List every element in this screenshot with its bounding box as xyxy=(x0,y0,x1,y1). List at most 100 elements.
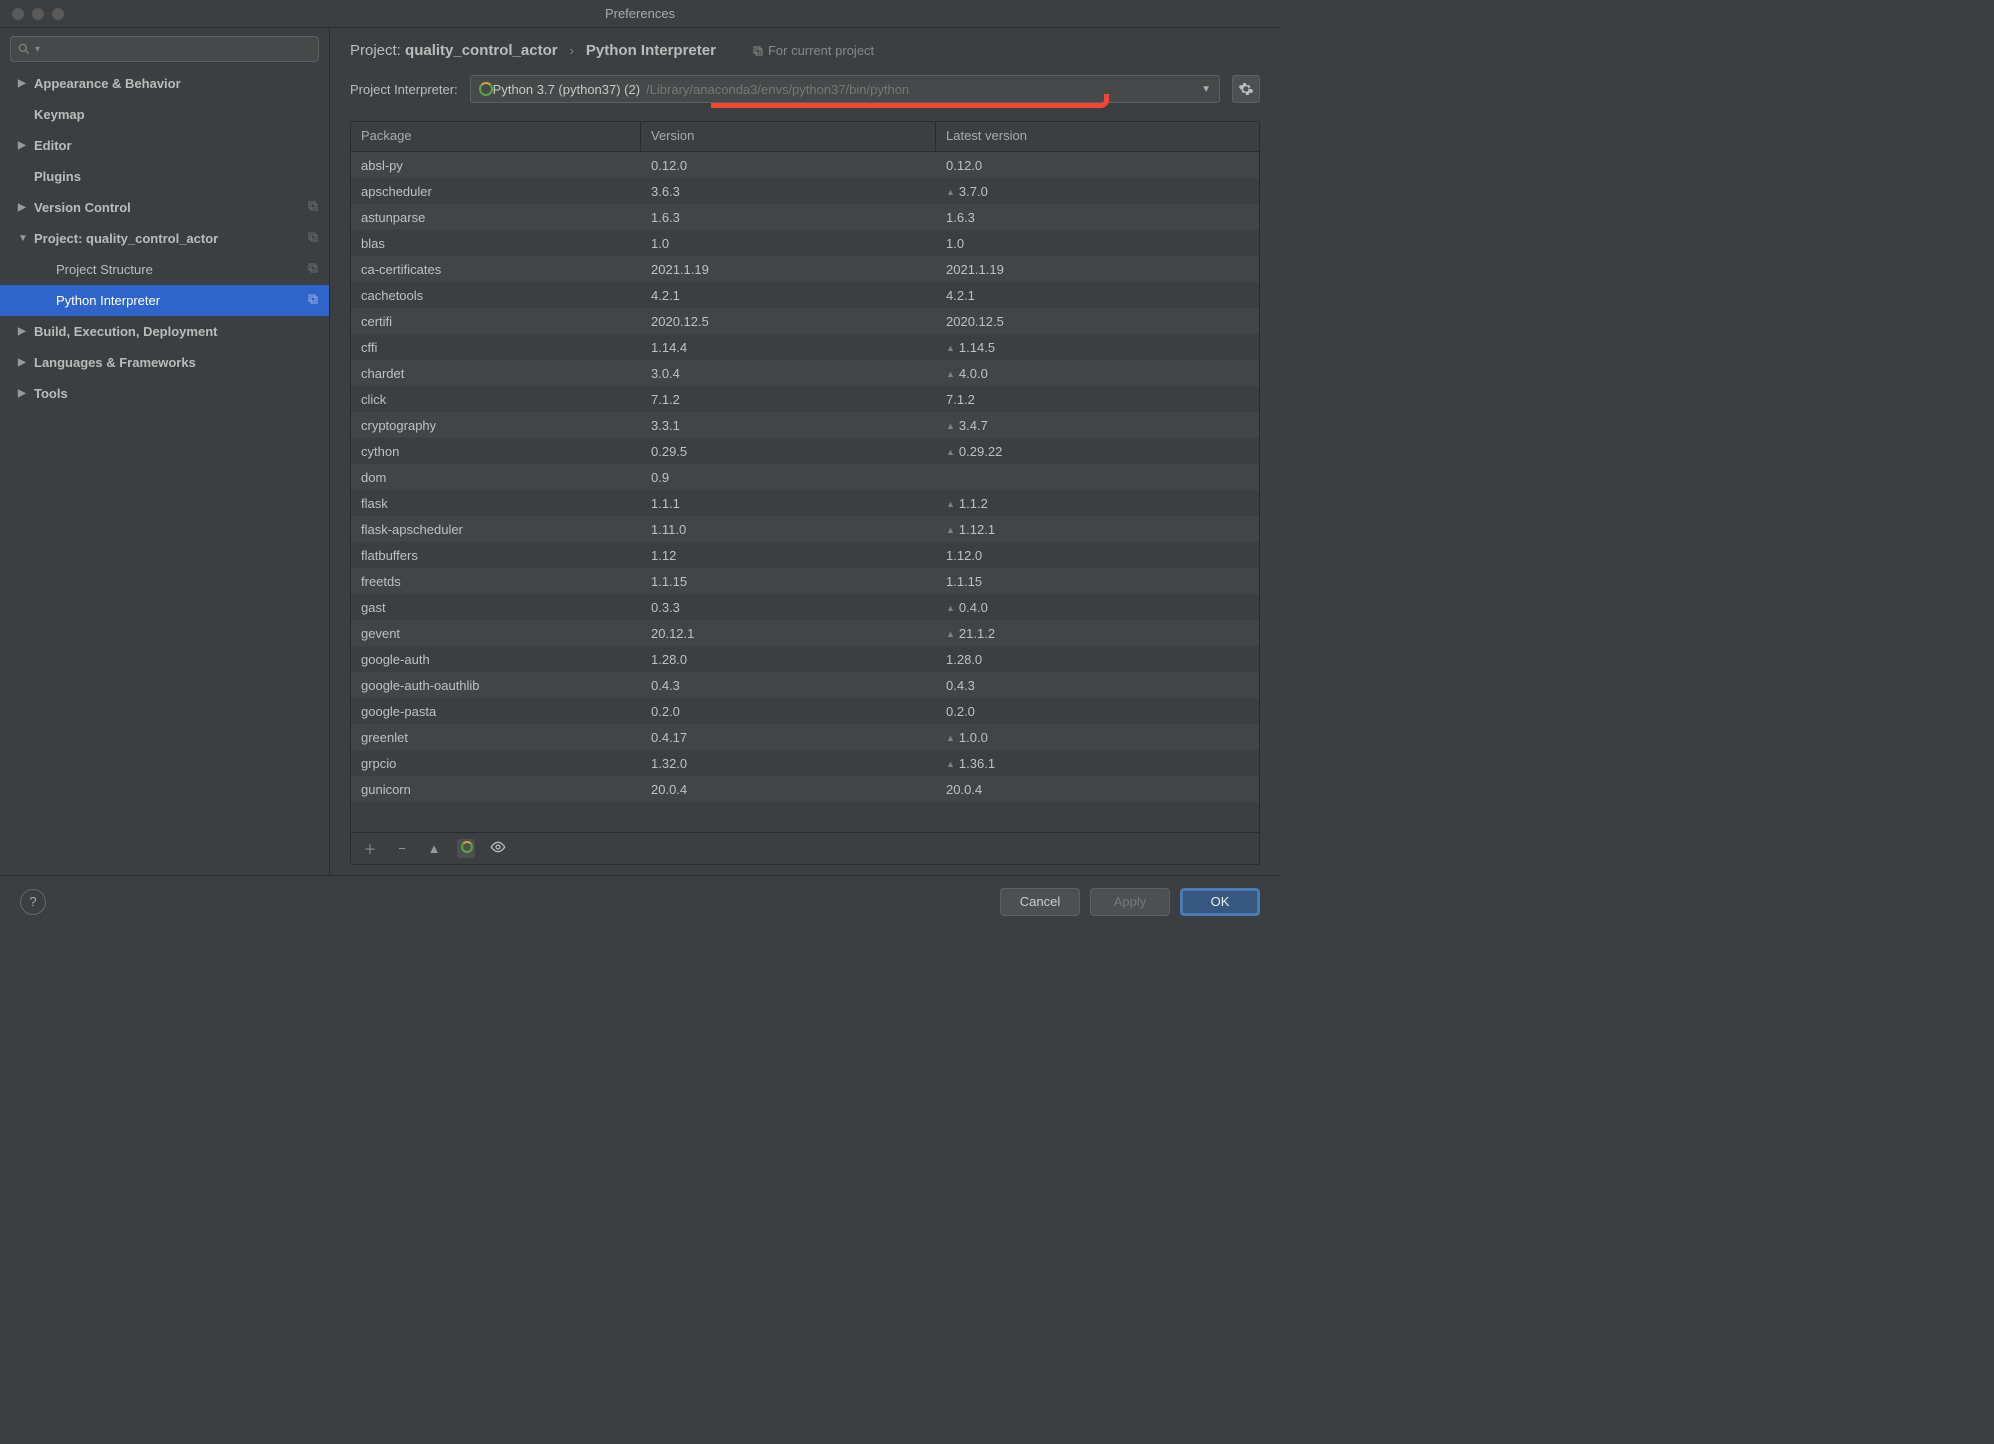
table-row[interactable]: ca-certificates2021.1.192021.1.19 xyxy=(351,256,1259,282)
gear-icon xyxy=(1238,81,1254,97)
cell-version: 1.11.0 xyxy=(641,522,936,537)
show-early-releases-button[interactable] xyxy=(489,839,507,858)
cell-package: google-auth-oauthlib xyxy=(351,678,641,693)
sidebar-item[interactable]: ▶Appearance & Behavior xyxy=(0,68,329,99)
table-row[interactable]: cffi1.14.4▲1.14.5 xyxy=(351,334,1259,360)
table-row[interactable]: greenlet0.4.17▲1.0.0 xyxy=(351,724,1259,750)
table-row[interactable]: click7.1.27.1.2 xyxy=(351,386,1259,412)
table-row[interactable]: google-auth1.28.01.28.0 xyxy=(351,646,1259,672)
main-panel: Project: quality_control_actor › Python … xyxy=(330,28,1280,875)
zoom-window-icon[interactable] xyxy=(52,8,64,20)
table-row[interactable]: apscheduler3.6.3▲3.7.0 xyxy=(351,178,1259,204)
interpreter-settings-button[interactable] xyxy=(1232,75,1260,103)
cell-package: grpcio xyxy=(351,756,641,771)
packages-toolbar: ＋ − ▲ xyxy=(351,832,1259,864)
conda-button[interactable] xyxy=(457,839,475,858)
table-row[interactable]: absl-py0.12.00.12.0 xyxy=(351,152,1259,178)
cell-version: 1.1.15 xyxy=(641,574,936,589)
cancel-button[interactable]: Cancel xyxy=(1000,888,1080,916)
table-row[interactable]: astunparse1.6.31.6.3 xyxy=(351,204,1259,230)
cell-latest: 2021.1.19 xyxy=(936,262,1259,277)
upgrade-available-icon: ▲ xyxy=(946,603,955,613)
minimize-window-icon[interactable] xyxy=(32,8,44,20)
help-button[interactable]: ? xyxy=(20,889,46,915)
cell-package: click xyxy=(351,392,641,407)
cell-version: 20.12.1 xyxy=(641,626,936,641)
cell-package: flatbuffers xyxy=(351,548,641,563)
apply-button[interactable]: Apply xyxy=(1090,888,1170,916)
cell-package: apscheduler xyxy=(351,184,641,199)
sidebar-item[interactable]: ▶Languages & Frameworks xyxy=(0,347,329,378)
cell-version: 0.9 xyxy=(641,470,936,485)
table-row[interactable]: chardet3.0.4▲4.0.0 xyxy=(351,360,1259,386)
chevron-down-icon: ▼ xyxy=(1201,84,1211,95)
window-controls xyxy=(0,8,64,20)
sidebar-item[interactable]: Python Interpreter xyxy=(0,285,329,316)
sidebar-item[interactable]: ▶Build, Execution, Deployment xyxy=(0,316,329,347)
cell-package: gunicorn xyxy=(351,782,641,797)
cell-package: cryptography xyxy=(351,418,641,433)
table-row[interactable]: google-pasta0.2.00.2.0 xyxy=(351,698,1259,724)
table-row[interactable]: gunicorn20.0.420.0.4 xyxy=(351,776,1259,802)
search-input[interactable]: ▾ xyxy=(10,36,319,62)
close-window-icon[interactable] xyxy=(12,8,24,20)
cell-package: flask-apscheduler xyxy=(351,522,641,537)
sidebar-item[interactable]: Project Structure xyxy=(0,254,329,285)
interpreter-dropdown[interactable]: Python 3.7 (python37) (2) /Library/anaco… xyxy=(470,75,1220,103)
table-row[interactable]: grpcio1.32.0▲1.36.1 xyxy=(351,750,1259,776)
table-row[interactable]: gast0.3.3▲0.4.0 xyxy=(351,594,1259,620)
table-row[interactable]: gevent20.12.1▲21.1.2 xyxy=(351,620,1259,646)
cell-version: 2021.1.19 xyxy=(641,262,936,277)
table-row[interactable]: freetds1.1.151.1.15 xyxy=(351,568,1259,594)
eye-icon xyxy=(490,839,506,855)
table-row[interactable]: certifi2020.12.52020.12.5 xyxy=(351,308,1259,334)
upgrade-available-icon: ▲ xyxy=(946,369,955,379)
cell-version: 3.0.4 xyxy=(641,366,936,381)
sidebar-item-label: Project: quality_control_actor xyxy=(34,231,218,246)
cell-version: 1.32.0 xyxy=(641,756,936,771)
table-row[interactable]: cython0.29.5▲0.29.22 xyxy=(351,438,1259,464)
sidebar-item-label: Appearance & Behavior xyxy=(34,76,181,91)
cell-package: blas xyxy=(351,236,641,251)
sidebar-item[interactable]: ▶Version Control xyxy=(0,192,329,223)
breadcrumb: Project: quality_control_actor › Python … xyxy=(350,42,1260,59)
table-row[interactable]: flatbuffers1.121.12.0 xyxy=(351,542,1259,568)
table-row[interactable]: dom0.9 xyxy=(351,464,1259,490)
cell-version: 0.29.5 xyxy=(641,444,936,459)
sidebar-item[interactable]: ▼ Project: quality_control_actor xyxy=(0,223,329,254)
sidebar-item[interactable]: Plugins xyxy=(0,161,329,192)
sidebar-item[interactable]: ▶Tools xyxy=(0,378,329,409)
add-package-button[interactable]: ＋ xyxy=(361,839,379,858)
interpreter-label: Project Interpreter: xyxy=(350,82,458,97)
cell-latest: ▲1.14.5 xyxy=(936,340,1259,355)
upgrade-available-icon: ▲ xyxy=(946,525,955,535)
table-row[interactable]: blas1.01.0 xyxy=(351,230,1259,256)
ok-button[interactable]: OK xyxy=(1180,888,1260,916)
cell-version: 1.1.1 xyxy=(641,496,936,511)
sidebar-item-label: Plugins xyxy=(34,169,81,184)
column-package[interactable]: Package xyxy=(351,122,641,151)
table-row[interactable]: flask1.1.1▲1.1.2 xyxy=(351,490,1259,516)
cell-package: google-auth xyxy=(351,652,641,667)
table-row[interactable]: cryptography3.3.1▲3.4.7 xyxy=(351,412,1259,438)
sidebar-item[interactable]: ▶Editor xyxy=(0,130,329,161)
cell-latest: ▲3.7.0 xyxy=(936,184,1259,199)
upgrade-package-button[interactable]: ▲ xyxy=(425,841,443,856)
cell-latest: 0.2.0 xyxy=(936,704,1259,719)
breadcrumb-project: quality_control_actor xyxy=(405,42,558,59)
column-latest[interactable]: Latest version xyxy=(936,122,1259,151)
cell-latest: ▲1.12.1 xyxy=(936,522,1259,537)
chevron-down-icon: ▼ xyxy=(18,233,30,244)
sidebar-item-label: Project Structure xyxy=(56,262,153,277)
cell-latest: ▲0.29.22 xyxy=(936,444,1259,459)
table-row[interactable]: flask-apscheduler1.11.0▲1.12.1 xyxy=(351,516,1259,542)
search-icon xyxy=(17,42,31,56)
remove-package-button[interactable]: − xyxy=(393,841,411,856)
sidebar-item[interactable]: Keymap xyxy=(0,99,329,130)
chevron-right-icon: ▶ xyxy=(18,202,30,213)
table-header: Package Version Latest version xyxy=(351,122,1259,152)
cell-version: 0.4.17 xyxy=(641,730,936,745)
table-row[interactable]: google-auth-oauthlib0.4.30.4.3 xyxy=(351,672,1259,698)
table-row[interactable]: cachetools4.2.14.2.1 xyxy=(351,282,1259,308)
column-version[interactable]: Version xyxy=(641,122,936,151)
